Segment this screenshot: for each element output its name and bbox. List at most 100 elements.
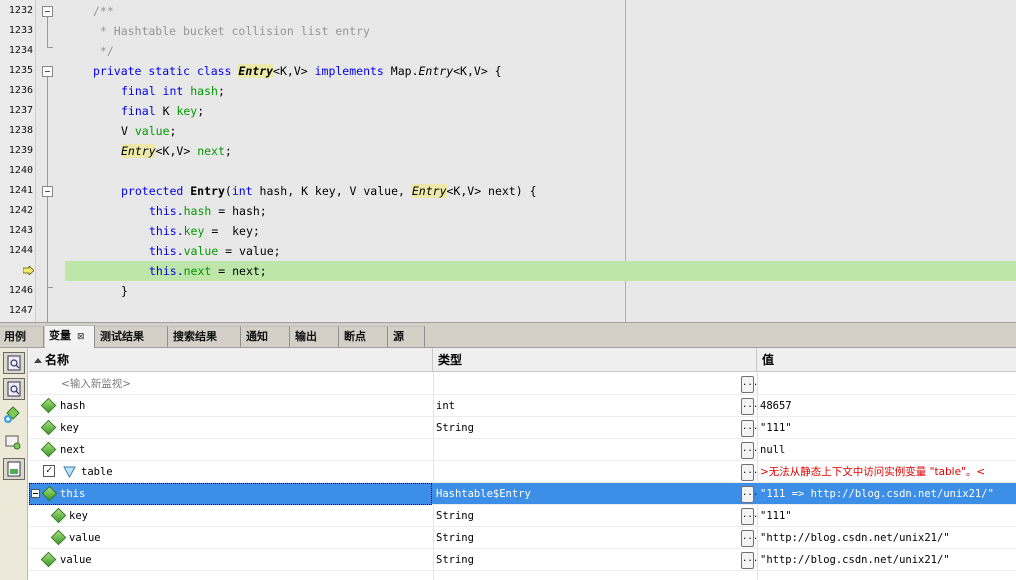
tab-test-results[interactable]: 测试结果 xyxy=(96,326,168,347)
keyword: final int xyxy=(121,84,184,98)
table-row[interactable]: value String ... "http://blog.csdn.net/u… xyxy=(29,549,1016,571)
variable-name: value xyxy=(69,532,101,544)
variable-type: String xyxy=(436,554,474,566)
code-token: K xyxy=(162,104,170,118)
code-line[interactable]: final int hash; xyxy=(65,81,1016,101)
code-token: } xyxy=(121,284,128,298)
code-line[interactable]: } xyxy=(65,281,1016,301)
tab-variables[interactable]: 变量 ⊠ xyxy=(45,325,95,348)
evaluate-expression-icon[interactable] xyxy=(3,432,25,454)
table-row-selected[interactable]: this Hashtable$Entry ... "111 => http://… xyxy=(29,483,1016,505)
sort-ascending-icon xyxy=(34,358,42,363)
table-row[interactable]: key String ... "111" xyxy=(29,505,1016,527)
code-line[interactable]: * Hashtable bucket collision list entry xyxy=(65,21,1016,41)
value-edit-button[interactable]: ... xyxy=(741,530,758,547)
table-row[interactable]: ✓ table ... >无法从静态上下文中访问实例变量 "table"。< xyxy=(29,461,1016,483)
code-token: = hash; xyxy=(211,204,267,218)
new-watch-icon[interactable] xyxy=(3,404,25,426)
code-line[interactable]: private static class Entry<K,V> implemen… xyxy=(65,61,1016,81)
keyword: private static class xyxy=(93,64,232,78)
tab-sources[interactable]: 源 xyxy=(389,326,425,347)
keyword: protected xyxy=(121,184,184,198)
tab-cases[interactable]: 用例 xyxy=(0,326,44,347)
field-icon xyxy=(50,507,67,524)
value-edit-button[interactable]: ... xyxy=(741,464,758,481)
code-line[interactable]: */ xyxy=(65,41,1016,61)
code-token: ( xyxy=(224,184,232,198)
keyword: this. xyxy=(149,264,184,278)
table-row[interactable]: hash int ... 48657 xyxy=(29,395,1016,417)
close-icon[interactable]: ⊠ xyxy=(77,332,85,342)
value-edit-button[interactable]: ... xyxy=(741,376,758,393)
column-header-name[interactable]: 名称 xyxy=(29,348,433,372)
code-line[interactable]: final K key; xyxy=(65,101,1016,121)
value-edit-button[interactable]: ... xyxy=(741,420,758,437)
value-edit-button[interactable]: ... xyxy=(741,508,758,525)
field-icon xyxy=(50,529,67,546)
code-token: ; xyxy=(197,104,205,118)
new-watch-placeholder[interactable]: <输入新监视> xyxy=(61,373,131,395)
line-number: 1244 xyxy=(8,245,33,256)
field-name: key xyxy=(176,104,198,118)
variable-value[interactable]: "http://blog.csdn.net/unix21/" xyxy=(760,527,950,549)
watch-checkbox[interactable]: ✓ xyxy=(43,465,55,477)
code-editor[interactable]: 1232 1233 1234 1235 1236 1237 1238 1239 … xyxy=(0,0,1016,322)
table-row[interactable]: next ... null xyxy=(29,439,1016,461)
tab-output[interactable]: 输出 xyxy=(291,326,339,347)
comment: * Hashtable bucket collision list entry xyxy=(93,24,370,38)
column-header-value[interactable]: 值 xyxy=(757,348,1016,372)
value-edit-button[interactable]: ... xyxy=(741,486,758,503)
current-execution-line[interactable]: this.next = next; xyxy=(65,261,1016,281)
variable-value[interactable]: "111 => http://blog.csdn.net/unix21/" xyxy=(760,483,994,505)
tab-label: 搜索结果 xyxy=(173,330,217,343)
keyword: this. xyxy=(149,224,184,238)
code-line[interactable]: this.value = value; xyxy=(65,241,1016,261)
line-number: 1241 xyxy=(8,185,33,196)
code-token: V xyxy=(121,124,128,138)
class-name: Entry xyxy=(121,144,156,158)
table-row[interactable]: key String ... "111" xyxy=(29,417,1016,439)
code-token: ; xyxy=(224,144,232,158)
table-row[interactable]: value String ... "http://blog.csdn.net/u… xyxy=(29,527,1016,549)
tab-search-results[interactable]: 搜索结果 xyxy=(169,326,241,347)
code-token: <K,V> xyxy=(273,64,308,78)
code-line[interactable]: this.key = key; xyxy=(65,221,1016,241)
show-types-icon[interactable] xyxy=(3,458,25,480)
field-icon xyxy=(40,397,57,414)
code-line[interactable]: Entry<K,V> next; xyxy=(65,141,1016,161)
line-number: 1247 xyxy=(8,305,33,316)
fold-toggle-icon[interactable] xyxy=(42,6,53,17)
code-line[interactable]: protected Entry(int hash, K key, V value… xyxy=(65,181,1016,201)
fold-toggle-icon[interactable] xyxy=(42,66,53,77)
tab-notifications[interactable]: 通知 xyxy=(242,326,290,347)
variable-name: table xyxy=(81,466,113,478)
field-name: key xyxy=(183,224,205,238)
show-static-fields-icon[interactable] xyxy=(3,352,25,374)
tab-label: 源 xyxy=(393,330,404,343)
code-token: <K,V> next) { xyxy=(446,184,537,198)
variable-value[interactable]: "111" xyxy=(760,505,792,527)
line-number: 1242 xyxy=(8,205,33,216)
variable-value[interactable]: "http://blog.csdn.net/unix21/" xyxy=(760,549,950,571)
value-edit-button[interactable]: ... xyxy=(741,442,758,459)
variable-name: value xyxy=(60,554,92,566)
column-header-type[interactable]: 类型 xyxy=(433,348,757,372)
code-token: = value; xyxy=(218,244,281,258)
line-number: 1237 xyxy=(8,105,33,116)
variable-value[interactable]: "111" xyxy=(760,417,792,439)
value-edit-button[interactable]: ... xyxy=(741,398,758,415)
code-line[interactable]: this.hash = hash; xyxy=(65,201,1016,221)
error-message[interactable]: >无法从静态上下文中访问实例变量 "table"。< xyxy=(760,461,985,483)
collapse-icon[interactable] xyxy=(31,489,40,498)
fold-toggle-icon[interactable] xyxy=(42,186,53,197)
value-edit-button[interactable]: ... xyxy=(741,552,758,569)
line-number: 1235 xyxy=(8,65,33,76)
variable-value[interactable]: 48657 xyxy=(760,395,792,417)
fold-end-marker xyxy=(47,47,53,48)
code-line[interactable]: V value; xyxy=(65,121,1016,141)
code-line[interactable]: /** xyxy=(65,1,1016,21)
new-watch-row[interactable]: <输入新监视> ... xyxy=(29,373,1016,395)
tab-breakpoints[interactable]: 断点 xyxy=(340,326,388,347)
show-inherited-fields-icon[interactable] xyxy=(3,378,25,400)
variable-value[interactable]: null xyxy=(760,439,785,461)
